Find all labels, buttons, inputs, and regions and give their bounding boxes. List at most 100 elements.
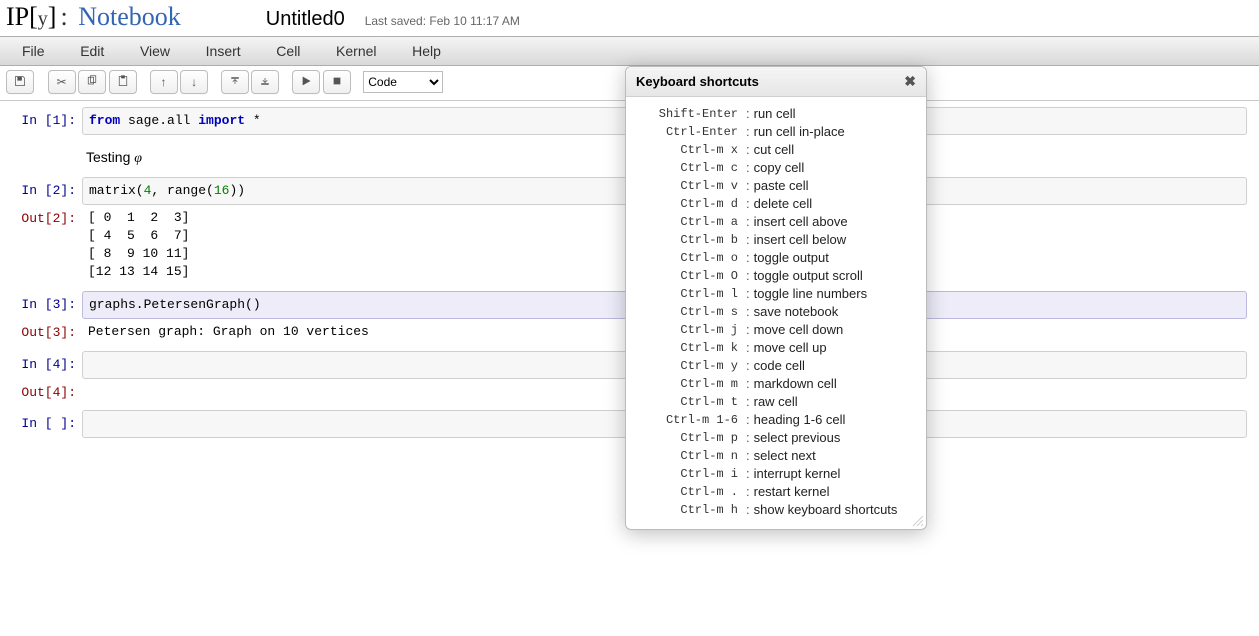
copy-icon — [86, 75, 98, 90]
in-prompt: In [ ]: — [6, 410, 82, 435]
stop-button[interactable] — [323, 70, 351, 94]
shortcut-row: Ctrl-m d:delete cell — [638, 195, 914, 213]
shortcut-desc: paste cell — [754, 177, 914, 195]
move-down-button[interactable]: ↓ — [180, 70, 208, 94]
menubar: File Edit View Insert Cell Kernel Help — [0, 36, 1259, 66]
menu-view[interactable]: View — [124, 41, 186, 61]
shortcut-key: Ctrl-m o — [638, 249, 742, 267]
shortcut-key: Ctrl-m h — [638, 501, 742, 519]
shortcut-sep: : — [742, 447, 754, 465]
insert-above-button[interactable] — [221, 70, 249, 94]
shortcut-desc: run cell — [754, 105, 914, 123]
shortcut-key: Ctrl-m a — [638, 213, 742, 231]
shortcut-key: Ctrl-m m — [638, 375, 742, 393]
shortcut-row: Ctrl-m s:save notebook — [638, 303, 914, 321]
shortcut-sep: : — [742, 285, 754, 303]
keyboard-shortcuts-dialog[interactable]: Keyboard shortcuts ✖ Shift-Enter:run cel… — [625, 66, 927, 530]
shortcut-sep: : — [742, 213, 754, 231]
shortcut-row: Ctrl-m 1-6:heading 1-6 cell — [638, 411, 914, 429]
shortcut-desc: select next — [754, 447, 914, 465]
save-button[interactable] — [6, 70, 34, 94]
shortcut-desc: insert cell below — [754, 231, 914, 249]
shortcut-row: Ctrl-m i:interrupt kernel — [638, 465, 914, 483]
shortcut-sep: : — [742, 231, 754, 249]
menu-file[interactable]: File — [6, 41, 61, 61]
shortcut-sep: : — [742, 177, 754, 195]
shortcut-key: Ctrl-m p — [638, 429, 742, 447]
menu-help[interactable]: Help — [396, 41, 457, 61]
shortcut-row: Ctrl-m O:toggle output scroll — [638, 267, 914, 285]
in-prompt: In [1]: — [6, 107, 82, 132]
shortcut-key: Ctrl-m v — [638, 177, 742, 195]
shortcut-key: Ctrl-m y — [638, 357, 742, 375]
resize-icon — [912, 515, 924, 530]
shortcut-desc: toggle line numbers — [754, 285, 914, 303]
shortcut-row: Ctrl-m m:markdown cell — [638, 375, 914, 393]
shortcut-desc: select previous — [754, 429, 914, 447]
insert-below-button[interactable] — [251, 70, 279, 94]
shortcut-key: Ctrl-m k — [638, 339, 742, 357]
shortcut-key: Ctrl-m n — [638, 447, 742, 465]
header-bar: IP[y]: Notebook Untitled0 Last saved: Fe… — [0, 0, 1259, 32]
shortcut-key: Ctrl-m 1-6 — [638, 411, 742, 429]
run-button[interactable] — [292, 70, 320, 94]
shortcut-sep: : — [742, 141, 754, 159]
shortcut-row: Ctrl-m l:toggle line numbers — [638, 285, 914, 303]
shortcut-key: Ctrl-m i — [638, 465, 742, 483]
shortcut-desc: heading 1-6 cell — [754, 411, 914, 429]
shortcut-key: Ctrl-m l — [638, 285, 742, 303]
logo-close-bracket: ] — [48, 2, 57, 31]
last-saved-label: Last saved: Feb 10 11:17 AM — [365, 14, 520, 28]
shortcut-row: Ctrl-m h:show keyboard shortcuts — [638, 501, 914, 519]
dialog-close-button[interactable]: ✖ — [904, 73, 916, 90]
shortcut-sep: : — [742, 375, 754, 393]
shortcut-desc: code cell — [754, 357, 914, 375]
shortcut-sep: : — [742, 195, 754, 213]
shortcut-row: Ctrl-m .:restart kernel — [638, 483, 914, 501]
shortcut-sep: : — [742, 123, 754, 141]
copy-button[interactable] — [78, 70, 106, 94]
menu-edit[interactable]: Edit — [64, 41, 120, 61]
shortcut-row: Ctrl-Enter:run cell in-place — [638, 123, 914, 141]
shortcut-key: Ctrl-m b — [638, 231, 742, 249]
in-prompt: In [3]: — [6, 291, 82, 316]
shortcut-desc: cut cell — [754, 141, 914, 159]
shortcut-sep: : — [742, 501, 754, 519]
dialog-resize-handle[interactable] — [912, 515, 924, 527]
in-prompt: In [2]: — [6, 177, 82, 202]
notebook-name[interactable]: Untitled0 — [266, 8, 345, 31]
shortcut-key: Ctrl-m d — [638, 195, 742, 213]
menu-kernel[interactable]: Kernel — [320, 41, 392, 61]
shortcut-sep: : — [742, 249, 754, 267]
shortcut-sep: : — [742, 267, 754, 285]
shortcut-row: Ctrl-m o:toggle output — [638, 249, 914, 267]
cut-button[interactable]: ✂ — [48, 70, 76, 94]
shortcut-sep: : — [742, 429, 754, 447]
shortcut-desc: copy cell — [754, 159, 914, 177]
cell-type-select[interactable]: Code — [363, 71, 443, 93]
dialog-body: Shift-Enter:run cellCtrl-Enter:run cell … — [626, 97, 926, 529]
shortcut-sep: : — [742, 321, 754, 339]
menu-insert[interactable]: Insert — [190, 41, 257, 61]
shortcut-desc: move cell up — [754, 339, 914, 357]
shortcut-key: Ctrl-m O — [638, 267, 742, 285]
shortcut-desc: raw cell — [754, 393, 914, 411]
menu-cell[interactable]: Cell — [260, 41, 316, 61]
shortcut-row: Ctrl-m c:copy cell — [638, 159, 914, 177]
shortcut-sep: : — [742, 483, 754, 501]
shortcut-row: Ctrl-m n:select next — [638, 447, 914, 465]
out-prompt: Out[4]: — [6, 379, 82, 404]
play-icon — [300, 75, 312, 90]
shortcut-row: Ctrl-m b:insert cell below — [638, 231, 914, 249]
stop-icon — [331, 75, 343, 90]
move-up-button[interactable]: ↑ — [150, 70, 178, 94]
paste-button[interactable] — [109, 70, 137, 94]
shortcut-key: Ctrl-m x — [638, 141, 742, 159]
dialog-titlebar[interactable]: Keyboard shortcuts ✖ — [626, 67, 926, 97]
shortcut-desc: interrupt kernel — [754, 465, 914, 483]
shortcut-desc: delete cell — [754, 195, 914, 213]
shortcut-desc: show keyboard shortcuts — [754, 501, 914, 519]
shortcut-sep: : — [742, 105, 754, 123]
shortcut-key: Ctrl-m j — [638, 321, 742, 339]
shortcut-desc: restart kernel — [754, 483, 914, 501]
